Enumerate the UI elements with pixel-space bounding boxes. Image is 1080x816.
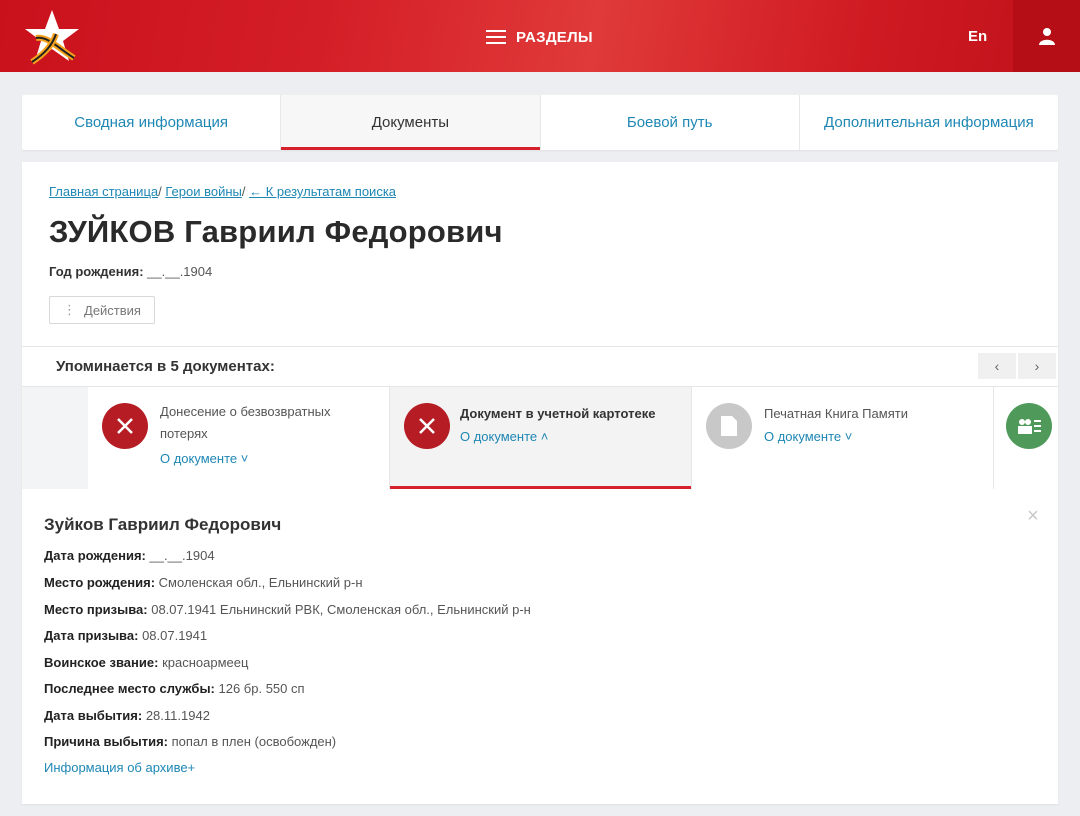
chevron-left-icon[interactable]: ‹ xyxy=(978,353,1016,379)
tab-documents[interactable]: Документы xyxy=(281,95,541,150)
detail-row: Дата рождения: __.__.1904 xyxy=(44,548,215,563)
actions-button[interactable]: ⋮ Действия xyxy=(49,296,155,324)
back-to-results-link[interactable]: ← К результатам поиска xyxy=(249,184,396,199)
cross-icon xyxy=(404,403,450,449)
document-title: Донесение о безвозвратных потерях xyxy=(160,401,331,445)
detail-value: красноармеец xyxy=(162,655,249,670)
document-details-panel: × Зуйков Гавриил Федорович Дата рождения… xyxy=(22,489,1058,804)
hero-card: Главная страница/ Герои войны/ ← К резул… xyxy=(22,162,1058,804)
detail-row: Последнее место службы: 126 бр. 550 сп xyxy=(44,681,305,696)
detail-value: __.__.1904 xyxy=(149,548,215,563)
user-account-button[interactable] xyxy=(1013,0,1080,72)
birth-year-label: Год рождения: xyxy=(49,264,144,279)
detail-row: Дата выбытия: 28.11.1942 xyxy=(44,708,210,723)
detail-value: Смоленская обл., Ельнинский р-н xyxy=(158,575,363,590)
breadcrumb: Главная страница/ Герои войны/ ← К резул… xyxy=(49,184,396,199)
detail-label: Дата рождения: xyxy=(44,548,146,563)
divider xyxy=(22,346,1058,347)
red-star-logo[interactable] xyxy=(22,8,82,66)
detail-value: попал в плен (освобожден) xyxy=(171,734,337,749)
detail-row: Дата призыва: 08.07.1941 xyxy=(44,628,207,643)
section-tabs: Сводная информация Документы Боевой путь… xyxy=(22,95,1058,150)
detail-value: 28.11.1942 xyxy=(145,708,210,723)
document-title-line: Донесение о безвозвратных xyxy=(160,404,331,419)
about-document-link[interactable]: О документе ˄ xyxy=(460,429,548,444)
chevron-right-icon[interactable]: › xyxy=(1018,353,1056,379)
document-title: Печатная Книга Памяти xyxy=(764,406,908,421)
document-title-line: потерях xyxy=(160,426,208,441)
about-document-link[interactable]: О документе ˅ xyxy=(764,429,852,444)
detail-label: Место призыва: xyxy=(44,602,148,617)
tab-additional-info[interactable]: Дополнительная информация xyxy=(800,95,1058,150)
page-title: ЗУЙКОВ Гавриил Федорович xyxy=(49,214,503,249)
tab-summary[interactable]: Сводная информация xyxy=(22,95,282,150)
detail-row: Место призыва: 08.07.1941 Ельнинский РВК… xyxy=(44,602,531,617)
detail-label: Дата выбытия: xyxy=(44,708,143,723)
hamburger-icon xyxy=(486,30,506,44)
detail-row: Причина выбытия: попал в плен (освобожде… xyxy=(44,734,336,749)
cross-icon xyxy=(102,403,148,449)
documents-carousel-nav: ‹ › xyxy=(978,353,1056,379)
sections-menu-button[interactable]: РАЗДЕЛЫ xyxy=(486,26,593,48)
document-card[interactable] xyxy=(994,387,1058,489)
birth-year: Год рождения: __.__.1904 xyxy=(49,264,212,279)
breadcrumb-home-link[interactable]: Главная страница xyxy=(49,184,158,199)
vertical-dots-icon: ⋮ xyxy=(63,302,77,317)
archive-info-link[interactable]: Информация об архиве+ xyxy=(44,760,195,775)
document-title: Документ в учетной картотеке xyxy=(460,406,656,421)
document-card-active[interactable]: Документ в учетной картотеке О документе… xyxy=(390,387,692,489)
user-icon xyxy=(1038,28,1055,45)
document-card[interactable]: Донесение о безвозвратных потерях О доку… xyxy=(88,387,390,489)
documents-carousel: Донесение о безвозвратных потерях О доку… xyxy=(22,387,1058,489)
detail-label: Последнее место службы: xyxy=(44,681,215,696)
people-list-icon xyxy=(1006,403,1052,449)
detail-label: Воинское звание: xyxy=(44,655,159,670)
detail-label: Место рождения: xyxy=(44,575,156,590)
breadcrumb-heroes-link[interactable]: Герои войны xyxy=(165,184,242,199)
detail-value: 08.07.1941 Ельнинский РВК, Смоленская об… xyxy=(151,602,531,617)
detail-row: Воинское звание: красноармеец xyxy=(44,655,248,670)
birth-year-value: __.__.1904 xyxy=(147,264,213,279)
documents-count-heading: Упоминается в 5 документах: xyxy=(56,358,275,375)
detail-value: 08.07.1941 xyxy=(142,628,208,643)
close-icon[interactable]: × xyxy=(1022,505,1044,527)
sections-menu-label: РАЗДЕЛЫ xyxy=(516,28,593,46)
document-card[interactable]: Печатная Книга Памяти О документе ˅ xyxy=(692,387,994,489)
document-icon xyxy=(706,403,752,449)
detail-row: Место рождения: Смоленская обл., Ельнинс… xyxy=(44,575,363,590)
detail-value: 126 бр. 550 сп xyxy=(218,681,305,696)
top-header: РАЗДЕЛЫ En xyxy=(0,0,1080,72)
about-document-link[interactable]: О документе ˅ xyxy=(160,451,248,466)
details-person-name: Зуйков Гавриил Федорович xyxy=(44,515,282,534)
detail-label: Причина выбытия: xyxy=(44,734,169,749)
detail-label: Дата призыва: xyxy=(44,628,139,643)
tab-combat-path[interactable]: Боевой путь xyxy=(541,95,800,150)
language-switch[interactable]: En xyxy=(968,28,987,45)
actions-label: Действия xyxy=(84,302,141,318)
